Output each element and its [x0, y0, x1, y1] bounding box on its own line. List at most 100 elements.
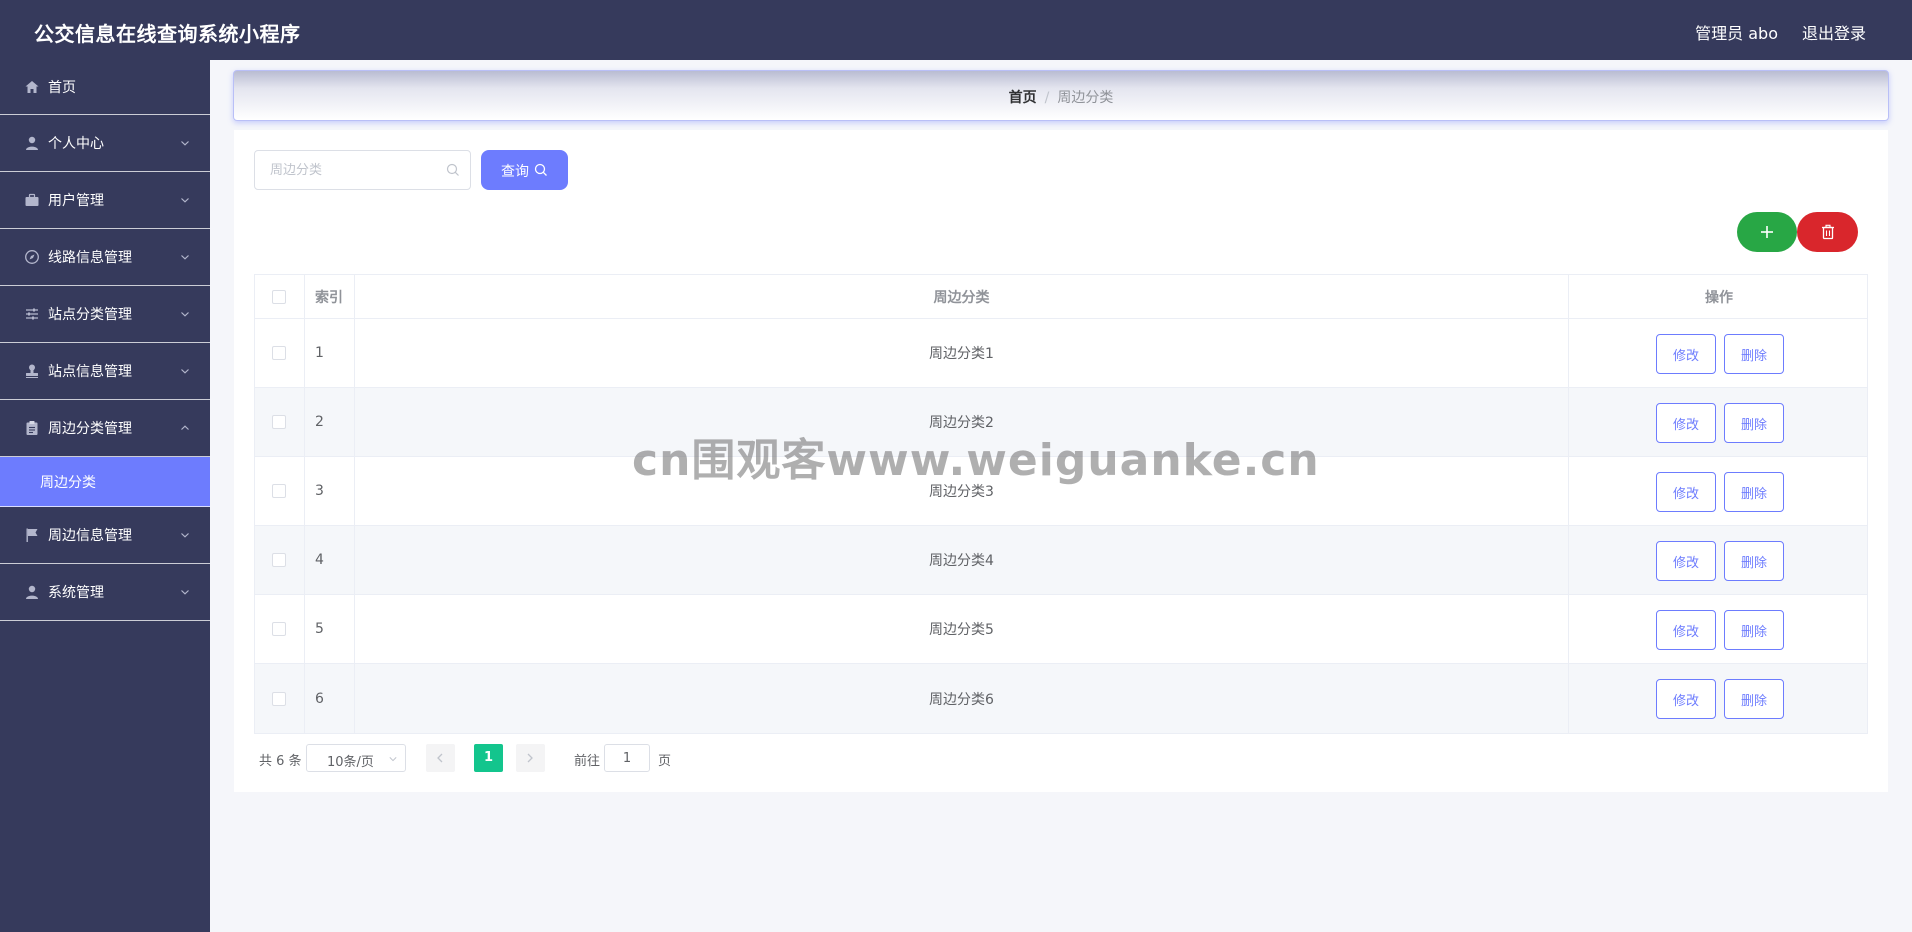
header-name-cell: 周边分类 — [355, 275, 1569, 318]
row-index: 4 — [315, 552, 324, 568]
next-page-button[interactable] — [516, 744, 545, 772]
edit-button[interactable]: 修改 — [1656, 679, 1716, 719]
edit-button[interactable]: 修改 — [1656, 334, 1716, 374]
sidebar-item-routes[interactable]: 线路信息管理 — [0, 229, 210, 286]
edit-button[interactable]: 修改 — [1656, 472, 1716, 512]
header-checkbox-cell — [255, 275, 305, 318]
sidebar-item-stations[interactable]: 站点信息管理 — [0, 343, 210, 400]
chevron-down-icon — [181, 198, 189, 203]
header-index-cell: 索引 — [305, 275, 355, 318]
trash-icon — [1821, 224, 1834, 240]
user-icon — [26, 585, 38, 599]
page-size-select[interactable]: 10条/页 — [306, 744, 406, 772]
row-checkbox[interactable] — [272, 553, 286, 567]
chevron-down-icon — [181, 590, 189, 595]
compass-icon — [25, 250, 39, 264]
chevron-down-icon — [389, 757, 397, 762]
search-field[interactable] — [254, 150, 471, 190]
column-header-ops: 操作 — [1705, 289, 1733, 306]
delete-button[interactable]: 删除 — [1724, 610, 1784, 650]
goto-label: 前往 — [574, 754, 601, 769]
sidebar-item-home[interactable]: 首页 — [0, 60, 210, 115]
delete-button[interactable]: 删除 — [1724, 334, 1784, 374]
app-title: 公交信息在线查询系统小程序 — [34, 22, 301, 46]
current-user: 管理员 abo — [1695, 24, 1778, 43]
sidebar-item-station-categories[interactable]: 站点分类管理 — [0, 286, 210, 343]
goto-page-input[interactable] — [604, 744, 650, 772]
breadcrumb-current: 周边分类 — [1057, 90, 1114, 106]
plus-icon — [1761, 226, 1773, 238]
row-index: 6 — [315, 690, 324, 707]
search-icon — [446, 163, 459, 176]
chevron-down-icon — [181, 141, 189, 146]
logout-link[interactable]: 退出登录 — [1802, 20, 1866, 44]
row-checkbox[interactable] — [272, 484, 286, 498]
sidebar-subitem-label: 周边分类 — [40, 474, 96, 491]
sidebar-item-system[interactable]: 系统管理 — [0, 564, 210, 621]
query-button[interactable]: 查询 — [481, 150, 568, 190]
column-header-name: 周边分类 — [933, 289, 990, 306]
row-index: 3 — [315, 483, 324, 499]
chevron-down-icon — [181, 312, 189, 317]
briefcase-icon — [25, 193, 39, 206]
delete-button[interactable]: 删除 — [1724, 403, 1784, 443]
breadcrumb-home[interactable]: 首页 — [1009, 90, 1037, 106]
row-checkbox[interactable] — [272, 346, 286, 360]
sidebar-item-users[interactable]: 用户管理 — [0, 172, 210, 229]
table-row: 4 周边分类4 修改 删除 — [255, 526, 1867, 595]
sidebar-item-label: 首页 — [48, 80, 76, 96]
edit-button[interactable]: 修改 — [1656, 610, 1716, 650]
sidebar-item-label: 系统管理 — [48, 585, 104, 601]
chevron-right-icon — [527, 753, 533, 763]
prev-page-button[interactable] — [426, 744, 455, 772]
column-header-index: 索引 — [315, 289, 343, 306]
sidebar-subitem-nearby-category[interactable]: 周边分类 — [0, 457, 210, 507]
page-number-current[interactable]: 1 — [474, 744, 503, 772]
sidebar-item-nearby-info[interactable]: 周边信息管理 — [0, 507, 210, 564]
sidebar-item-label: 站点信息管理 — [48, 364, 132, 380]
search-input[interactable] — [255, 151, 435, 189]
home-icon — [25, 81, 39, 93]
add-button[interactable] — [1737, 212, 1797, 252]
sliders-icon — [26, 308, 38, 320]
page-suffix-label: 页 — [658, 754, 672, 769]
delete-button[interactable]: 删除 — [1724, 472, 1784, 512]
sidebar-item-label: 用户管理 — [48, 193, 104, 209]
chevron-down-icon — [181, 533, 189, 538]
sidebar-item-label: 周边信息管理 — [48, 528, 132, 544]
query-button-label: 查询 — [501, 164, 529, 180]
breadcrumb-separator: / — [1044, 90, 1050, 106]
edit-button[interactable]: 修改 — [1656, 541, 1716, 581]
row-index: 1 — [315, 345, 324, 361]
sidebar-item-nearby-categories[interactable]: 周边分类管理 — [0, 400, 210, 457]
sidebar-item-profile[interactable]: 个人中心 — [0, 115, 210, 172]
page-size-value: 10条/页 — [327, 755, 374, 770]
row-index: 2 — [315, 414, 324, 430]
row-checkbox[interactable] — [272, 415, 286, 429]
table-row: 5 周边分类5 修改 删除 — [255, 595, 1867, 664]
edit-button[interactable]: 修改 — [1656, 403, 1716, 443]
table-row: 3 周边分类3 修改 删除 — [255, 457, 1867, 526]
header-ops-cell: 操作 — [1569, 275, 1869, 318]
table-row: 1 周边分类1 修改 删除 — [255, 319, 1867, 388]
row-name: 周边分类4 — [929, 553, 994, 569]
sidebar-item-label: 个人中心 — [48, 136, 104, 152]
sidebar: 首页 个人中心 用户管理 线路信息管理 站点分类管理 站点信息管理 周边分类管理… — [0, 60, 210, 932]
select-all-checkbox[interactable] — [272, 289, 286, 304]
top-header: 公交信息在线查询系统小程序 管理员 abo 退出登录 — [0, 0, 1912, 60]
row-name: 周边分类6 — [929, 691, 994, 708]
pagination-total: 共 6 条 — [259, 754, 302, 769]
table-row: 2 周边分类2 修改 删除 — [255, 388, 1867, 457]
sidebar-item-label: 线路信息管理 — [48, 250, 132, 266]
chevron-left-icon — [437, 753, 443, 763]
row-checkbox[interactable] — [272, 622, 286, 636]
delete-button[interactable]: 删除 — [1724, 679, 1784, 719]
breadcrumb-bar: 首页 / 周边分类 — [233, 70, 1889, 121]
table-header: 索引 周边分类 操作 — [255, 275, 1867, 319]
batch-delete-button[interactable] — [1797, 212, 1858, 252]
sidebar-item-label: 周边分类管理 — [48, 421, 132, 437]
flag-icon — [26, 528, 38, 542]
delete-button[interactable]: 删除 — [1724, 541, 1784, 581]
row-checkbox[interactable] — [272, 691, 286, 706]
chevron-down-icon — [181, 369, 189, 374]
